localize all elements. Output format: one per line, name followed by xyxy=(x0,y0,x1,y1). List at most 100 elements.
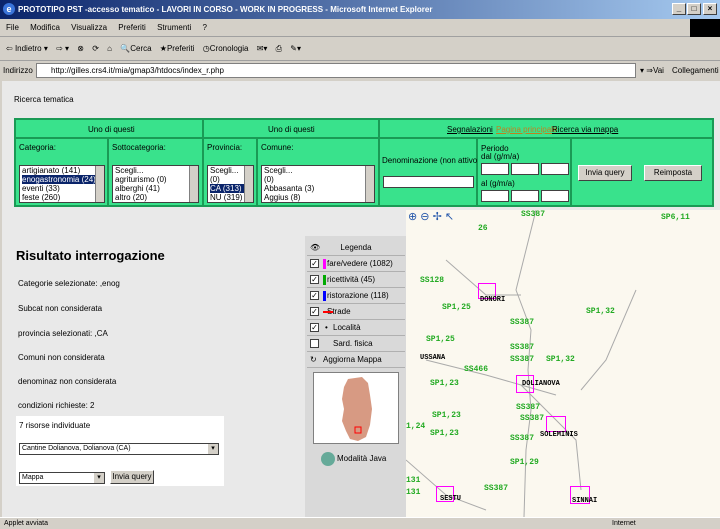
maximize-button[interactable]: □ xyxy=(687,3,701,15)
map-view[interactable]: ⊕ ⊖ ✢ ↖ SS387 SP6,11 26 SS128 SP1,25 SS3… xyxy=(406,210,720,517)
legend-localita[interactable]: ✓ • Località xyxy=(307,320,405,336)
aggiorna-mappa-button[interactable]: ↻ Aggiorna Mappa xyxy=(307,352,405,368)
dal-label: dal (g/m/a) xyxy=(481,152,520,161)
scrollbar[interactable] xyxy=(244,166,253,202)
road-label: 131 xyxy=(406,488,421,497)
legend-panel: 👁 Legenda ✓ fare/vedere (1082) ✓ ricettivit… xyxy=(305,236,406,517)
legend-sard-fisica[interactable]: Sard. fisica xyxy=(307,336,405,352)
results-title: Risultato interrogazione xyxy=(16,248,165,263)
ie-logo-icon: e xyxy=(3,3,15,15)
mail-icon[interactable]: ✉▾ xyxy=(257,44,268,53)
town-label: USSANA xyxy=(420,354,446,362)
forward-button[interactable]: ⇨ ▾ xyxy=(56,44,69,53)
refresh-icon: ↻ xyxy=(310,355,317,364)
provincia-list[interactable]: Scegli... (0) CA (313) NU (319) xyxy=(207,165,254,203)
history-button[interactable]: ◷Cronologia xyxy=(203,44,249,53)
al-year-input[interactable] xyxy=(541,190,569,202)
chevron-down-icon: ▾ xyxy=(94,473,104,483)
overview-map[interactable] xyxy=(313,372,399,444)
road-label: SP1,29 xyxy=(510,458,539,467)
edit-icon[interactable]: ✎▾ xyxy=(290,44,301,53)
legend-ricettivita[interactable]: ✓ ricettività (45) xyxy=(307,272,405,288)
menu-preferiti[interactable]: Preferiti xyxy=(118,23,146,32)
dal-year-input[interactable] xyxy=(541,163,569,175)
dal-month-input[interactable] xyxy=(511,163,539,175)
invia-query-button[interactable]: Invia query xyxy=(578,165,632,181)
road-label: SS387 xyxy=(516,403,541,412)
road-label: SP1,23 xyxy=(432,411,461,420)
road-label: SS387 xyxy=(510,355,535,364)
road-label: SS387 xyxy=(510,343,535,352)
menu-file[interactable]: File xyxy=(6,23,19,32)
menu-help[interactable]: ? xyxy=(203,23,207,32)
road-label: SS387 xyxy=(520,414,545,423)
comune-cell: Comune: Scegli... (0) Abbasanta (3) Aggi… xyxy=(257,138,379,206)
comune-list[interactable]: Scegli... (0) Abbasanta (3) Aggius (8) xyxy=(261,165,375,203)
minimize-button[interactable]: _ xyxy=(672,3,686,15)
result-line: denominaz non considerata xyxy=(18,377,117,386)
legend-fare-vedere[interactable]: ✓ fare/vedere (1082) xyxy=(307,256,405,272)
results-box: 7 risorse individuate Cantine Dolianova,… xyxy=(16,416,224,486)
chevron-down-icon: ▾ xyxy=(208,444,218,454)
al-day-input[interactable] xyxy=(481,190,509,202)
categoria-list[interactable]: artigianato (141) enogastronomia (24) ev… xyxy=(19,165,105,203)
road-label: SP1,25 xyxy=(426,335,455,344)
mode-select[interactable]: Mappa ▾ xyxy=(19,472,105,484)
poi-marker[interactable] xyxy=(546,416,566,432)
header-cell-1: Uno di questi xyxy=(15,119,203,138)
legend-strade[interactable]: ✓ Strade xyxy=(307,304,405,320)
favorites-button[interactable]: ★Preferiti xyxy=(160,44,195,53)
resource-select[interactable]: Cantine Dolianova, Dolianova (CA) ▾ xyxy=(19,443,219,455)
result-line: condizioni richieste: 2 xyxy=(18,401,95,410)
denominazione-cell: Denominazione (non attivo): xyxy=(379,138,482,206)
road-label: SP1,32 xyxy=(546,355,575,364)
road-label: SP6,11 xyxy=(661,213,690,222)
sottocategoria-list[interactable]: Scegli... agriturismo (0) alberghi (41) … xyxy=(112,165,199,203)
ricerca-via-mappa-link[interactable]: Ricerca via mappa xyxy=(552,125,618,134)
result-line: provincia selezionati: ,CA xyxy=(18,329,108,338)
categoria-cell: Categoria: artigianato (141) enogastrono… xyxy=(15,138,108,206)
al-label: al (g/m/a) xyxy=(481,179,515,188)
results-panel: Risultato interrogazione Categorie selez… xyxy=(2,236,300,517)
home-icon[interactable]: ⌂ xyxy=(107,44,112,53)
menu-strumenti[interactable]: Strumenti xyxy=(157,23,191,32)
results-invia-button[interactable]: Invia query xyxy=(110,470,154,484)
scrollbar[interactable] xyxy=(189,166,198,202)
road-label: SP1,23 xyxy=(430,429,459,438)
search-button[interactable]: 🔍Cerca xyxy=(120,44,151,53)
menu-bar: File Modifica Visualizza Preferiti Strum… xyxy=(0,19,720,37)
road-label: SS387 xyxy=(510,318,535,327)
modalita-java-link[interactable]: Modalità Java xyxy=(321,452,386,466)
pagina-principale-link[interactable]: Pagina principale xyxy=(496,125,557,134)
stop-icon[interactable]: ⊗ xyxy=(77,44,84,53)
refresh-icon[interactable]: ⟳ xyxy=(92,44,99,53)
links-label[interactable]: Collegamenti xyxy=(672,61,719,80)
sottocategoria-label: Sottocategoria: xyxy=(112,143,166,152)
road-label: SS387 xyxy=(510,434,535,443)
eye-icon: 👁 xyxy=(310,243,321,252)
links-cell: Segnalazioni Pagina principale Ricerca v… xyxy=(379,119,713,138)
toolbar: ⇦ Indietro ▾ ⇨ ▾ ⊗ ⟳ ⌂ 🔍Cerca ★Preferiti… xyxy=(0,37,720,61)
denominazione-input[interactable] xyxy=(383,176,474,188)
sottocategoria-cell: Sottocategoria: Scegli... agriturismo (0… xyxy=(108,138,203,206)
reimposta-button[interactable]: Reimposta xyxy=(644,165,702,181)
road-label: SP1,25 xyxy=(442,303,471,312)
scrollbar[interactable] xyxy=(95,166,104,202)
address-input[interactable]: http://gilles.crs4.it/mia/gmap3/htdocs/i… xyxy=(36,63,636,78)
java-icon xyxy=(321,452,335,466)
window-title: PROTOTIPO PST -accesso tematico - LAVORI… xyxy=(18,5,433,14)
categoria-label: Categoria: xyxy=(19,143,56,152)
close-button[interactable]: × xyxy=(703,3,717,15)
menu-visualizza[interactable]: Visualizza xyxy=(71,23,107,32)
al-month-input[interactable] xyxy=(511,190,539,202)
menu-modifica[interactable]: Modifica xyxy=(30,23,60,32)
segnalazioni-link[interactable]: Segnalazioni xyxy=(447,125,493,134)
scrollbar[interactable] xyxy=(365,166,374,202)
ricerca-title: Ricerca tematica xyxy=(14,95,74,104)
dal-day-input[interactable] xyxy=(481,163,509,175)
print-icon[interactable]: ⎙ xyxy=(276,44,282,53)
back-button[interactable]: ⇦ Indietro ▾ xyxy=(6,44,48,53)
legend-ristorazione[interactable]: ✓ ristorazione (118) xyxy=(307,288,405,304)
provincia-label: Provincia: xyxy=(207,143,243,152)
go-button[interactable]: ▾ ⇒Vai xyxy=(640,61,664,80)
